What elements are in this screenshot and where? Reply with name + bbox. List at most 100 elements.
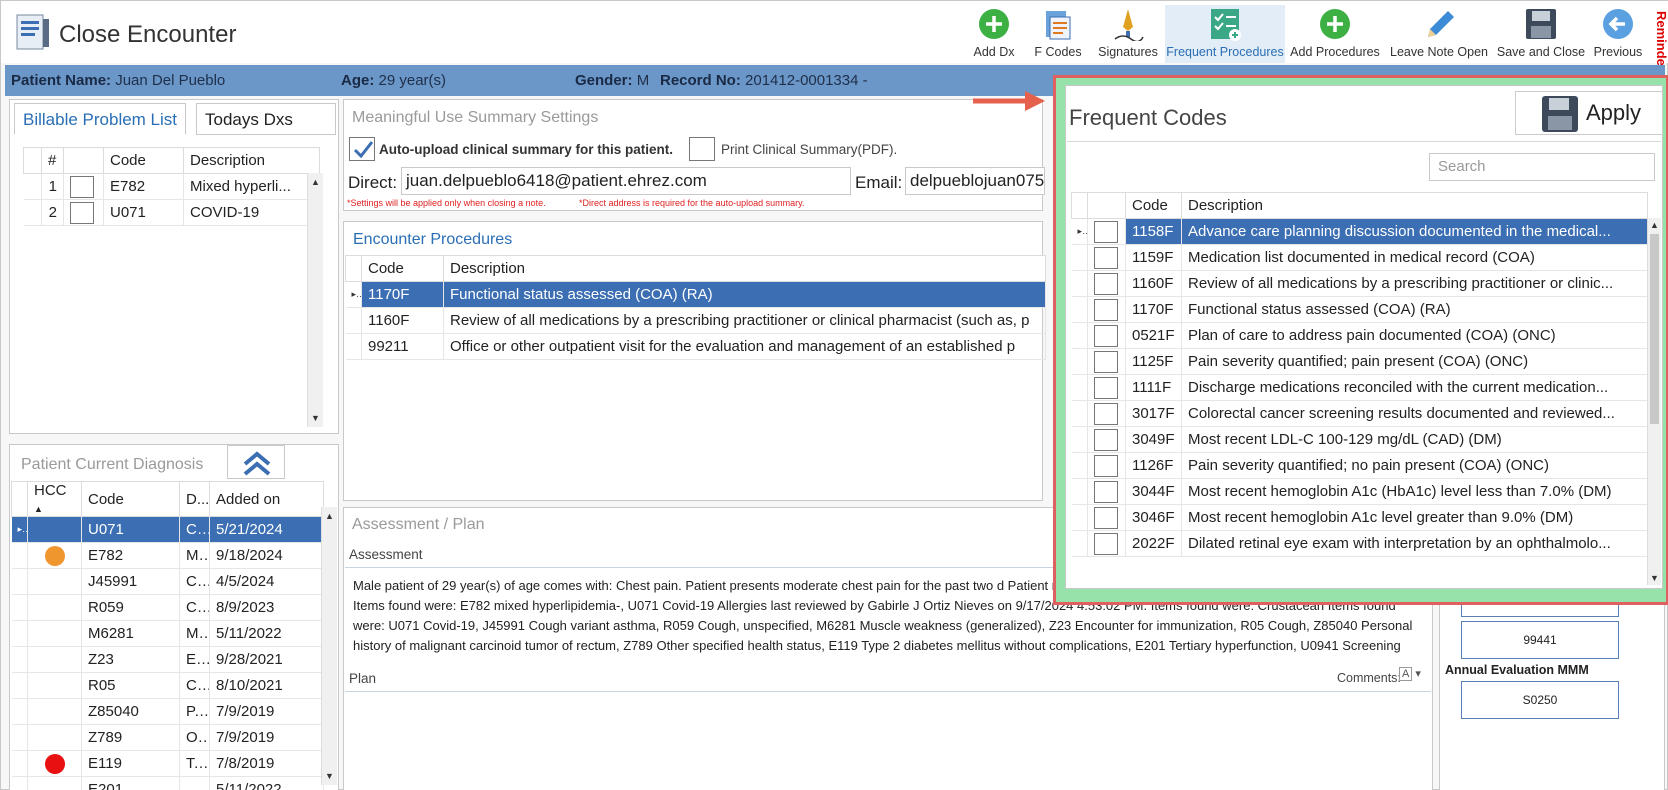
table-row[interactable]: Z85040 P... 7/9/2019 [11, 698, 324, 725]
diagnosis-scrollbar[interactable]: ▲ ▼ [321, 507, 337, 785]
email-field[interactable]: delpueblojuan075 [905, 167, 1045, 195]
table-row[interactable]: 1160F Review of all medications by a pres… [345, 307, 1046, 334]
description-cell: M... [179, 542, 210, 569]
table-row[interactable]: 1159F Medication list documented in medic… [1071, 244, 1648, 271]
code-cell: E782 [81, 542, 180, 569]
column-header-description[interactable]: Description [183, 147, 320, 174]
column-header-d[interactable]: D... [179, 481, 210, 517]
table-row[interactable]: 3046F Most recent hemoglobin A1c level gr… [1071, 504, 1648, 531]
row-checkbox[interactable] [1094, 506, 1118, 529]
row-checkbox[interactable] [1094, 454, 1118, 477]
column-header-number[interactable]: # [41, 147, 64, 174]
print-summary-checkbox[interactable] [689, 137, 715, 161]
toolbar-button-previous[interactable]: Previous [1589, 5, 1647, 63]
table-row[interactable]: 1126F Pain severity quantified; no pain p… [1071, 452, 1648, 479]
scrollbar-thumb[interactable] [1650, 234, 1659, 424]
table-row[interactable]: ▸ U071 C... 5/21/2024 [11, 516, 324, 543]
description-cell: Pain severity quantified; pain present (… [1181, 348, 1648, 375]
toolbar-button-label: Leave Note Open [1390, 45, 1488, 59]
collapse-button[interactable] [227, 445, 285, 479]
table-row[interactable]: ▸ 1158F Advance care planning discussion d… [1071, 218, 1648, 245]
table-row[interactable]: 1111F Discharge medications reconciled wi… [1071, 374, 1648, 401]
current-diagnosis-title: Patient Current Diagnosis [21, 456, 204, 473]
column-header-code[interactable]: Code [361, 255, 444, 282]
table-row[interactable]: 3044F Most recent hemoglobin A1c (HbA1c) … [1071, 478, 1648, 505]
code-button-s0250[interactable]: S0250 [1461, 681, 1619, 719]
column-header-code[interactable]: Code [81, 481, 180, 517]
print-summary-label: Print Clinical Summary(PDF). [721, 142, 898, 157]
column-header-code[interactable]: Code [1125, 192, 1182, 219]
table-row[interactable]: 99211 Office or other outpatient visit fo… [345, 333, 1046, 360]
toolbar-button-frequent-procedures[interactable]: Frequent Procedures [1165, 5, 1285, 63]
row-checkbox[interactable] [1094, 532, 1118, 555]
column-header-added-on[interactable]: Added on [209, 481, 324, 517]
table-row[interactable]: E782 M... 9/18/2024 [11, 542, 324, 569]
row-checkbox[interactable] [70, 201, 94, 224]
column-header-description[interactable]: Description [443, 255, 1046, 282]
added-on-cell: 7/9/2019 [209, 724, 324, 751]
table-row[interactable]: J45991 C... 4/5/2024 [11, 568, 324, 595]
toolbar-button-add-procedures[interactable]: Add Procedures [1289, 5, 1381, 63]
problem-list-scrollbar[interactable]: ▲ ▼ [307, 173, 323, 427]
table-row[interactable]: 0521F Plan of care to address pain docume… [1071, 322, 1648, 349]
table-row[interactable]: R059 C... 8/9/2023 [11, 594, 324, 621]
auto-upload-checkbox[interactable] [349, 137, 375, 161]
row-checkbox[interactable] [1094, 428, 1118, 451]
column-header-code[interactable]: Code [103, 147, 184, 174]
toolbar-button-label: Save and Close [1496, 45, 1586, 59]
table-row[interactable]: 1 E782 Mixed hyperli... [23, 173, 320, 200]
search-input[interactable]: Search [1429, 153, 1655, 181]
comments-dropdown[interactable]: A ▾ [1399, 667, 1431, 687]
tab-todays-dxs[interactable]: Todays Dxs [196, 103, 336, 135]
table-row[interactable]: ▸ 1170F Functional status assessed (COA) (… [345, 281, 1046, 308]
code-cell: 3044F [1125, 478, 1182, 505]
plan-text[interactable] [349, 695, 1429, 787]
toolbar-button-label: Signatures [1098, 45, 1158, 59]
toolbar-button-label: Add Dx [973, 45, 1015, 59]
row-number: 1 [41, 173, 64, 200]
table-row[interactable]: 3049F Most recent LDL-C 100-129 mg/dL (CA… [1071, 426, 1648, 453]
row-checkbox[interactable] [1094, 272, 1118, 295]
table-row[interactable]: 1160F Review of all medications by a pres… [1071, 270, 1648, 297]
table-row[interactable]: 1125F Pain severity quantified; pain pres… [1071, 348, 1648, 375]
row-checkbox[interactable] [1094, 324, 1118, 347]
toolbar-button-leave-note-open[interactable]: Leave Note Open [1389, 5, 1489, 63]
table-row[interactable]: R05 C... 8/10/2021 [11, 672, 324, 699]
table-row[interactable]: E201 5/11/2022 [11, 776, 324, 790]
toolbar-button-f-codes[interactable]: F Codes [1023, 5, 1093, 63]
direct-address-field[interactable]: juan.delpueblo6418@patient.ehrez.com [401, 167, 851, 195]
apply-button[interactable]: Apply [1515, 91, 1663, 135]
toolbar-button-add-dx[interactable]: Add Dx [957, 5, 1031, 63]
toolbar-button-save-and-close[interactable]: Save and Close [1495, 5, 1587, 63]
description-cell: Advance care planning discussion documen… [1181, 218, 1648, 245]
row-checkbox[interactable] [1094, 480, 1118, 503]
reminder-tab[interactable]: Reminde [1647, 11, 1668, 71]
toolbar-button-signatures[interactable]: Signatures [1091, 5, 1165, 63]
table-row[interactable]: Z789 O... 7/9/2019 [11, 724, 324, 751]
row-checkbox[interactable] [1094, 220, 1118, 243]
code-button-99441[interactable]: 99441 [1461, 621, 1619, 659]
table-row[interactable]: 1170F Functional status assessed (COA) (R… [1071, 296, 1648, 323]
frequent-codes-table: Code Description ▸ 1158F Advance care plan… [1071, 192, 1648, 557]
text-format-icon: A [1399, 667, 1413, 681]
row-checkbox[interactable] [1094, 350, 1118, 373]
table-row[interactable]: E119 T... 7/8/2019 [11, 750, 324, 777]
code-cell: Z23 [81, 646, 180, 673]
row-checkbox[interactable] [1094, 246, 1118, 269]
table-row[interactable]: M6281 M... 5/11/2022 [11, 620, 324, 647]
floppy-disk-icon [1542, 96, 1578, 132]
patient-name: Juan Del Pueblo [115, 72, 226, 89]
row-checkbox[interactable] [1094, 298, 1118, 321]
table-row[interactable]: 2 U071 COVID-19 [23, 199, 320, 226]
row-checkbox[interactable] [1094, 402, 1118, 425]
encounter-procedures-table: Code Description ▸ 1170F Functional status… [345, 255, 1046, 360]
row-checkbox[interactable] [1094, 376, 1118, 399]
table-row[interactable]: 3017F Colorectal cancer screening results… [1071, 400, 1648, 427]
row-checkbox[interactable] [70, 175, 94, 198]
tab-billable-problem-list[interactable]: Billable Problem List [14, 103, 187, 135]
column-header-hcc[interactable]: HCC ▲ [27, 481, 82, 517]
frequent-codes-scrollbar[interactable]: ▲ ▼ [1647, 218, 1661, 585]
table-row[interactable]: Z23 E... 9/28/2021 [11, 646, 324, 673]
column-header-description[interactable]: Description [1181, 192, 1648, 219]
table-row[interactable]: 2022F Dilated retinal eye exam with inter… [1071, 530, 1648, 557]
